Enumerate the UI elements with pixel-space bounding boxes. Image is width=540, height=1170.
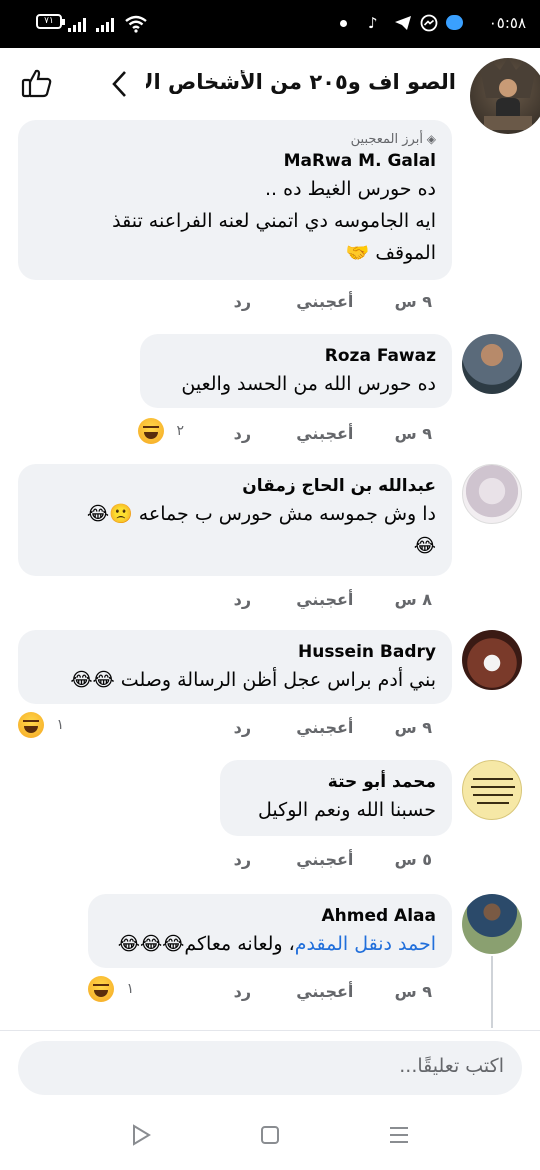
comment-text-line: بني أدم براس عجل أظن الرسالة وصلت 😂😂 <box>70 669 436 691</box>
avatar[interactable] <box>462 630 522 690</box>
page-title: الصو اف و٢٠٥ من الأشخاص الآخرين <box>146 70 456 94</box>
comment-bubble[interactable]: Roza Fawaz ده حورس الله من الحسد والعين <box>140 334 452 408</box>
clock: ٠٥:٥٨ <box>488 14 526 32</box>
like-thumb-icon[interactable] <box>20 66 54 100</box>
comment-author[interactable]: Roza Fawaz <box>156 344 436 368</box>
tiktok-icon: ♪ <box>368 14 378 32</box>
haha-reaction-icon <box>138 418 164 444</box>
signal-icon <box>96 18 116 32</box>
reaction-count: ٢ <box>176 423 184 439</box>
comment-author[interactable]: عبدالله بن الحاج زمقان <box>34 474 436 498</box>
like-link[interactable]: أعجبني <box>296 424 353 443</box>
reactions-header: الصو اف و٢٠٥ من الأشخاص الآخرين <box>0 48 540 134</box>
diamond-icon: ◈ <box>422 132 436 146</box>
reply-link[interactable]: رد <box>234 292 251 311</box>
comment-author[interactable]: Ahmed Alaa <box>104 904 436 928</box>
like-link[interactable]: أعجبني <box>296 982 353 1001</box>
comment-actions: ٩ س أعجبني رد <box>234 982 432 1001</box>
home-square-icon[interactable] <box>257 1122 283 1148</box>
reply-thread-line <box>491 956 493 1028</box>
comment-actions: ٥ س أعجبني رد <box>234 850 432 869</box>
comment-text-line: 😂 <box>413 535 436 557</box>
signal-icon <box>68 18 88 32</box>
comment-bubble[interactable]: Ahmed Alaa احمد دنقل المقدم، ولعانه معاك… <box>88 894 452 968</box>
reply-link[interactable]: رد <box>234 718 251 737</box>
comment-time: ٩ س <box>394 424 432 443</box>
top-fan-badge: ◈ أبرز المعجبين <box>34 130 436 149</box>
menu-lines-icon[interactable] <box>386 1122 412 1148</box>
telegram-icon <box>395 16 411 30</box>
messenger-icon <box>420 14 438 32</box>
comment-text-line: دا وش جموسه مش حورس ب جماعه 🙁😂 <box>86 503 436 525</box>
comment-text: ، ولعانه معاكم😂😂😂 <box>117 933 295 955</box>
reply-link[interactable]: رد <box>234 850 251 869</box>
comment-text-line: ده حورس الله من الحسد والعين <box>181 373 436 395</box>
like-link[interactable]: أعجبني <box>296 292 353 311</box>
comment-bubble[interactable]: Hussein Badry بني أدم براس عجل أظن الرسا… <box>18 630 452 704</box>
reaction-summary[interactable]: ١ <box>88 976 134 1002</box>
avatar[interactable] <box>470 58 540 134</box>
mention-link[interactable]: احمد دنقل المقدم <box>295 933 436 955</box>
reaction-summary[interactable]: ١ <box>18 712 64 738</box>
haha-reaction-icon <box>18 712 44 738</box>
comment-actions: ٩ س أعجبني رد <box>234 424 432 443</box>
comment-bubble[interactable]: عبدالله بن الحاج زمقان دا وش جموسه مش حو… <box>18 464 452 576</box>
haha-reaction-icon <box>88 976 114 1002</box>
like-link[interactable]: أعجبني <box>296 850 353 869</box>
comment-bubble[interactable]: محمد أبو حتة حسبنا الله ونعم الوكيل <box>220 760 452 836</box>
comment-input[interactable]: اكتب تعليقًا... <box>18 1041 522 1095</box>
reaction-count: ١ <box>126 981 134 997</box>
back-chevron-icon[interactable] <box>110 70 128 98</box>
back-triangle-icon[interactable] <box>128 1122 154 1148</box>
comment-time: ٩ س <box>394 292 432 311</box>
comment-time: ٨ س <box>394 590 432 609</box>
system-nav-bar <box>0 1100 540 1170</box>
comment-text-line: ده حورس الغيط ده .. <box>265 178 436 200</box>
chat-icon <box>446 15 463 30</box>
reply-link[interactable]: رد <box>234 590 251 609</box>
comment-text-line: ايه الجاموسه دي اتمني لعنه الفراعنه تنقذ <box>112 210 436 232</box>
avatar[interactable] <box>462 760 522 820</box>
reply-link[interactable]: رد <box>234 982 251 1001</box>
comment-time: ٩ س <box>394 982 432 1001</box>
dot-icon <box>340 20 347 27</box>
like-link[interactable]: أعجبني <box>296 718 353 737</box>
status-bar: ٧١ ♪ ٠٥:٥٨ <box>0 0 540 48</box>
comment-text-line: احمد دنقل المقدم، ولعانه معاكم😂😂😂 <box>104 928 436 960</box>
comment-time: ٩ س <box>394 718 432 737</box>
badge-label: أبرز المعجبين <box>350 132 423 147</box>
reaction-summary[interactable]: ٢ <box>138 418 184 444</box>
comment-author[interactable]: Hussein Badry <box>34 640 436 664</box>
battery-icon: ٧١ <box>36 14 65 29</box>
comment-text-line: حسبنا الله ونعم الوكيل <box>258 799 436 821</box>
comment-composer: اكتب تعليقًا... <box>0 1030 540 1100</box>
comment-author[interactable]: محمد أبو حتة <box>236 770 436 794</box>
comment-author[interactable]: MaRwa M. Galal <box>34 149 436 173</box>
comment-actions: ٨ س أعجبني رد <box>234 590 432 609</box>
avatar[interactable] <box>462 894 522 954</box>
comment-actions: ٩ س أعجبني رد <box>234 292 432 311</box>
comment-actions: ٩ س أعجبني رد <box>234 718 432 737</box>
reply-link[interactable]: رد <box>234 424 251 443</box>
reaction-count: ١ <box>56 717 64 733</box>
avatar[interactable] <box>462 464 522 524</box>
wifi-icon <box>125 15 147 33</box>
comment-time: ٥ س <box>394 850 432 869</box>
avatar[interactable] <box>462 334 522 394</box>
comment-bubble[interactable]: ◈ أبرز المعجبين MaRwa M. Galal ده حورس ا… <box>18 120 452 280</box>
like-link[interactable]: أعجبني <box>296 590 353 609</box>
comment-text-line: الموقف 🤝 <box>345 242 436 264</box>
comment-input-placeholder: اكتب تعليقًا... <box>399 1055 504 1077</box>
